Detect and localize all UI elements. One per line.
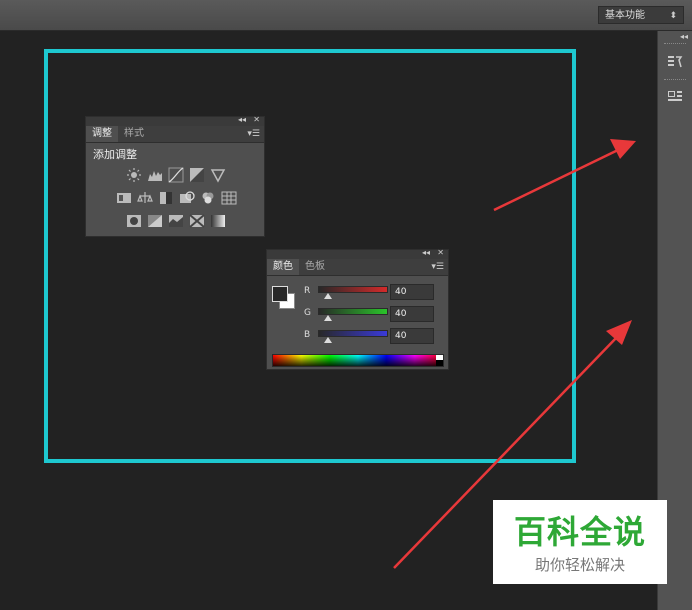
spectrum-black-chip[interactable]	[436, 360, 443, 366]
upper-arrow-shaft	[493, 148, 619, 212]
watermark-logo: 百科全说 助你轻松解决	[493, 500, 667, 584]
upper-arrow-head	[610, 139, 636, 159]
watermark-title: 百科全说	[513, 513, 646, 551]
watermark-subtitle: 助你轻松解决	[534, 556, 625, 574]
foreground-color-swatch[interactable]	[272, 286, 288, 302]
lower-arrow-head	[606, 320, 632, 345]
